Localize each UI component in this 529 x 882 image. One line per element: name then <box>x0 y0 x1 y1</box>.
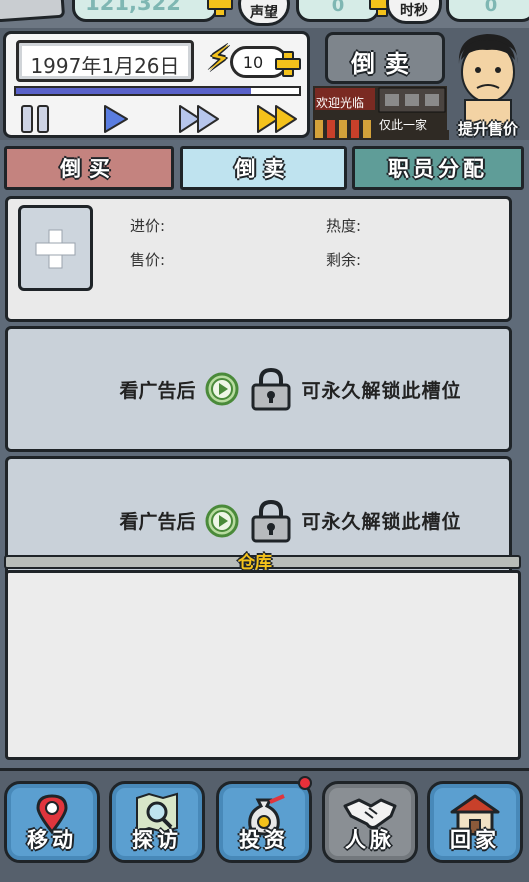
status-bar: 121,322 声望 0 时秒 0 <box>0 0 529 28</box>
play-ad-icon[interactable] <box>204 503 240 539</box>
nav-invest-button[interactable]: 投资 <box>216 781 312 863</box>
lock-icon <box>251 367 290 411</box>
watch-ad-text: 看广告后 <box>119 511 196 533</box>
nav-move-button[interactable]: 移动 <box>4 781 100 863</box>
heat-label: 热度: <box>326 217 362 235</box>
date-box: 1997年1月26日 <box>16 40 194 82</box>
money-display: 121,322 <box>72 0 233 22</box>
remaining-label: 剩余: <box>326 251 362 269</box>
day-progress-fill <box>16 88 251 94</box>
energy-value: 10 <box>242 53 264 72</box>
unlock-permanent-text: 可永久解锁此槽位 <box>301 379 462 402</box>
fast-forward-icon <box>179 105 219 133</box>
fame-value: 0 <box>331 0 345 16</box>
fast-forward-button[interactable] <box>176 102 224 136</box>
fame-badge: 声望 <box>238 0 290 26</box>
add-goods-button[interactable] <box>18 205 93 291</box>
header: 1997年1月26日 ⚡ 10 倒卖 欢迎光临 仅此一家 提升售价 <box>0 28 529 140</box>
fame-display: 0 <box>296 0 395 22</box>
add-money-icon[interactable] <box>207 0 233 17</box>
welcome-sign: 欢迎光临 <box>316 96 365 110</box>
nav-invest-label: 投资 <box>239 828 289 852</box>
sell-price-label: 售价: <box>130 251 166 269</box>
fame-label: 声望 <box>250 5 278 21</box>
shopkeeper-face-icon <box>447 30 529 131</box>
shop-front-illustration: 欢迎光临 仅此一家 <box>313 86 449 140</box>
notification-dot <box>298 776 312 790</box>
plus-icon <box>35 229 76 269</box>
watch-ad-text: 看广告后 <box>119 379 196 402</box>
sell-mode-label: 倒卖 <box>351 50 419 78</box>
fastest-forward-icon <box>257 105 297 133</box>
time-label: 时秒 <box>400 3 428 19</box>
tab-buy[interactable]: 倒买 <box>4 146 174 190</box>
nav-home-label: 回家 <box>450 828 500 852</box>
cash-stack-icon <box>0 0 66 23</box>
unique-sign: 仅此一家 <box>379 118 428 132</box>
nav-home-button[interactable]: 回家 <box>427 781 523 863</box>
unlock-permanent-text: 可永久解锁此槽位 <box>301 511 462 533</box>
day-progress-bar <box>14 86 301 96</box>
unlock-row: 看广告后 可永久解锁此槽位 <box>8 329 509 449</box>
time-display: 0 <box>446 0 529 22</box>
energy-display: 10 <box>230 46 301 78</box>
date-panel: 1997年1月26日 ⚡ 10 <box>3 31 310 138</box>
raise-price-button[interactable]: 提升售价 <box>447 118 529 139</box>
bottom-nav: 移动 探访 投资 人脉 回家 <box>0 768 529 882</box>
money-value: 121,322 <box>85 0 181 15</box>
fastest-forward-button[interactable] <box>254 102 302 136</box>
play-ad-icon[interactable] <box>204 371 240 407</box>
time-badge: 时秒 <box>386 0 442 24</box>
pause-icon <box>21 105 49 133</box>
pause-button[interactable] <box>16 102 54 136</box>
add-energy-icon[interactable] <box>275 51 301 77</box>
nav-network-button[interactable]: 人脉 <box>322 781 418 863</box>
locked-slot[interactable]: 看广告后 可永久解锁此槽位 <box>5 326 512 452</box>
nav-network-label: 人脉 <box>345 828 395 852</box>
tab-staff[interactable]: 职员分配 <box>352 146 524 190</box>
time-value: 0 <box>484 0 498 16</box>
lock-icon <box>251 499 290 542</box>
warehouse-panel <box>5 570 521 760</box>
play-button[interactable] <box>96 102 134 136</box>
buy-price-label: 进价: <box>130 217 166 235</box>
energy-bolt-icon: ⚡ <box>207 39 231 79</box>
sell-mode-button[interactable]: 倒卖 <box>325 32 445 84</box>
current-date: 1997年1月26日 <box>30 54 180 78</box>
nav-visit-label: 探访 <box>132 828 182 852</box>
tab-sell[interactable]: 倒卖 <box>180 146 347 190</box>
nav-move-label: 移动 <box>27 828 77 852</box>
trade-slot: 进价: 售价: 热度: 剩余: <box>5 196 512 322</box>
play-icon <box>104 105 128 133</box>
nav-visit-button[interactable]: 探访 <box>109 781 205 863</box>
